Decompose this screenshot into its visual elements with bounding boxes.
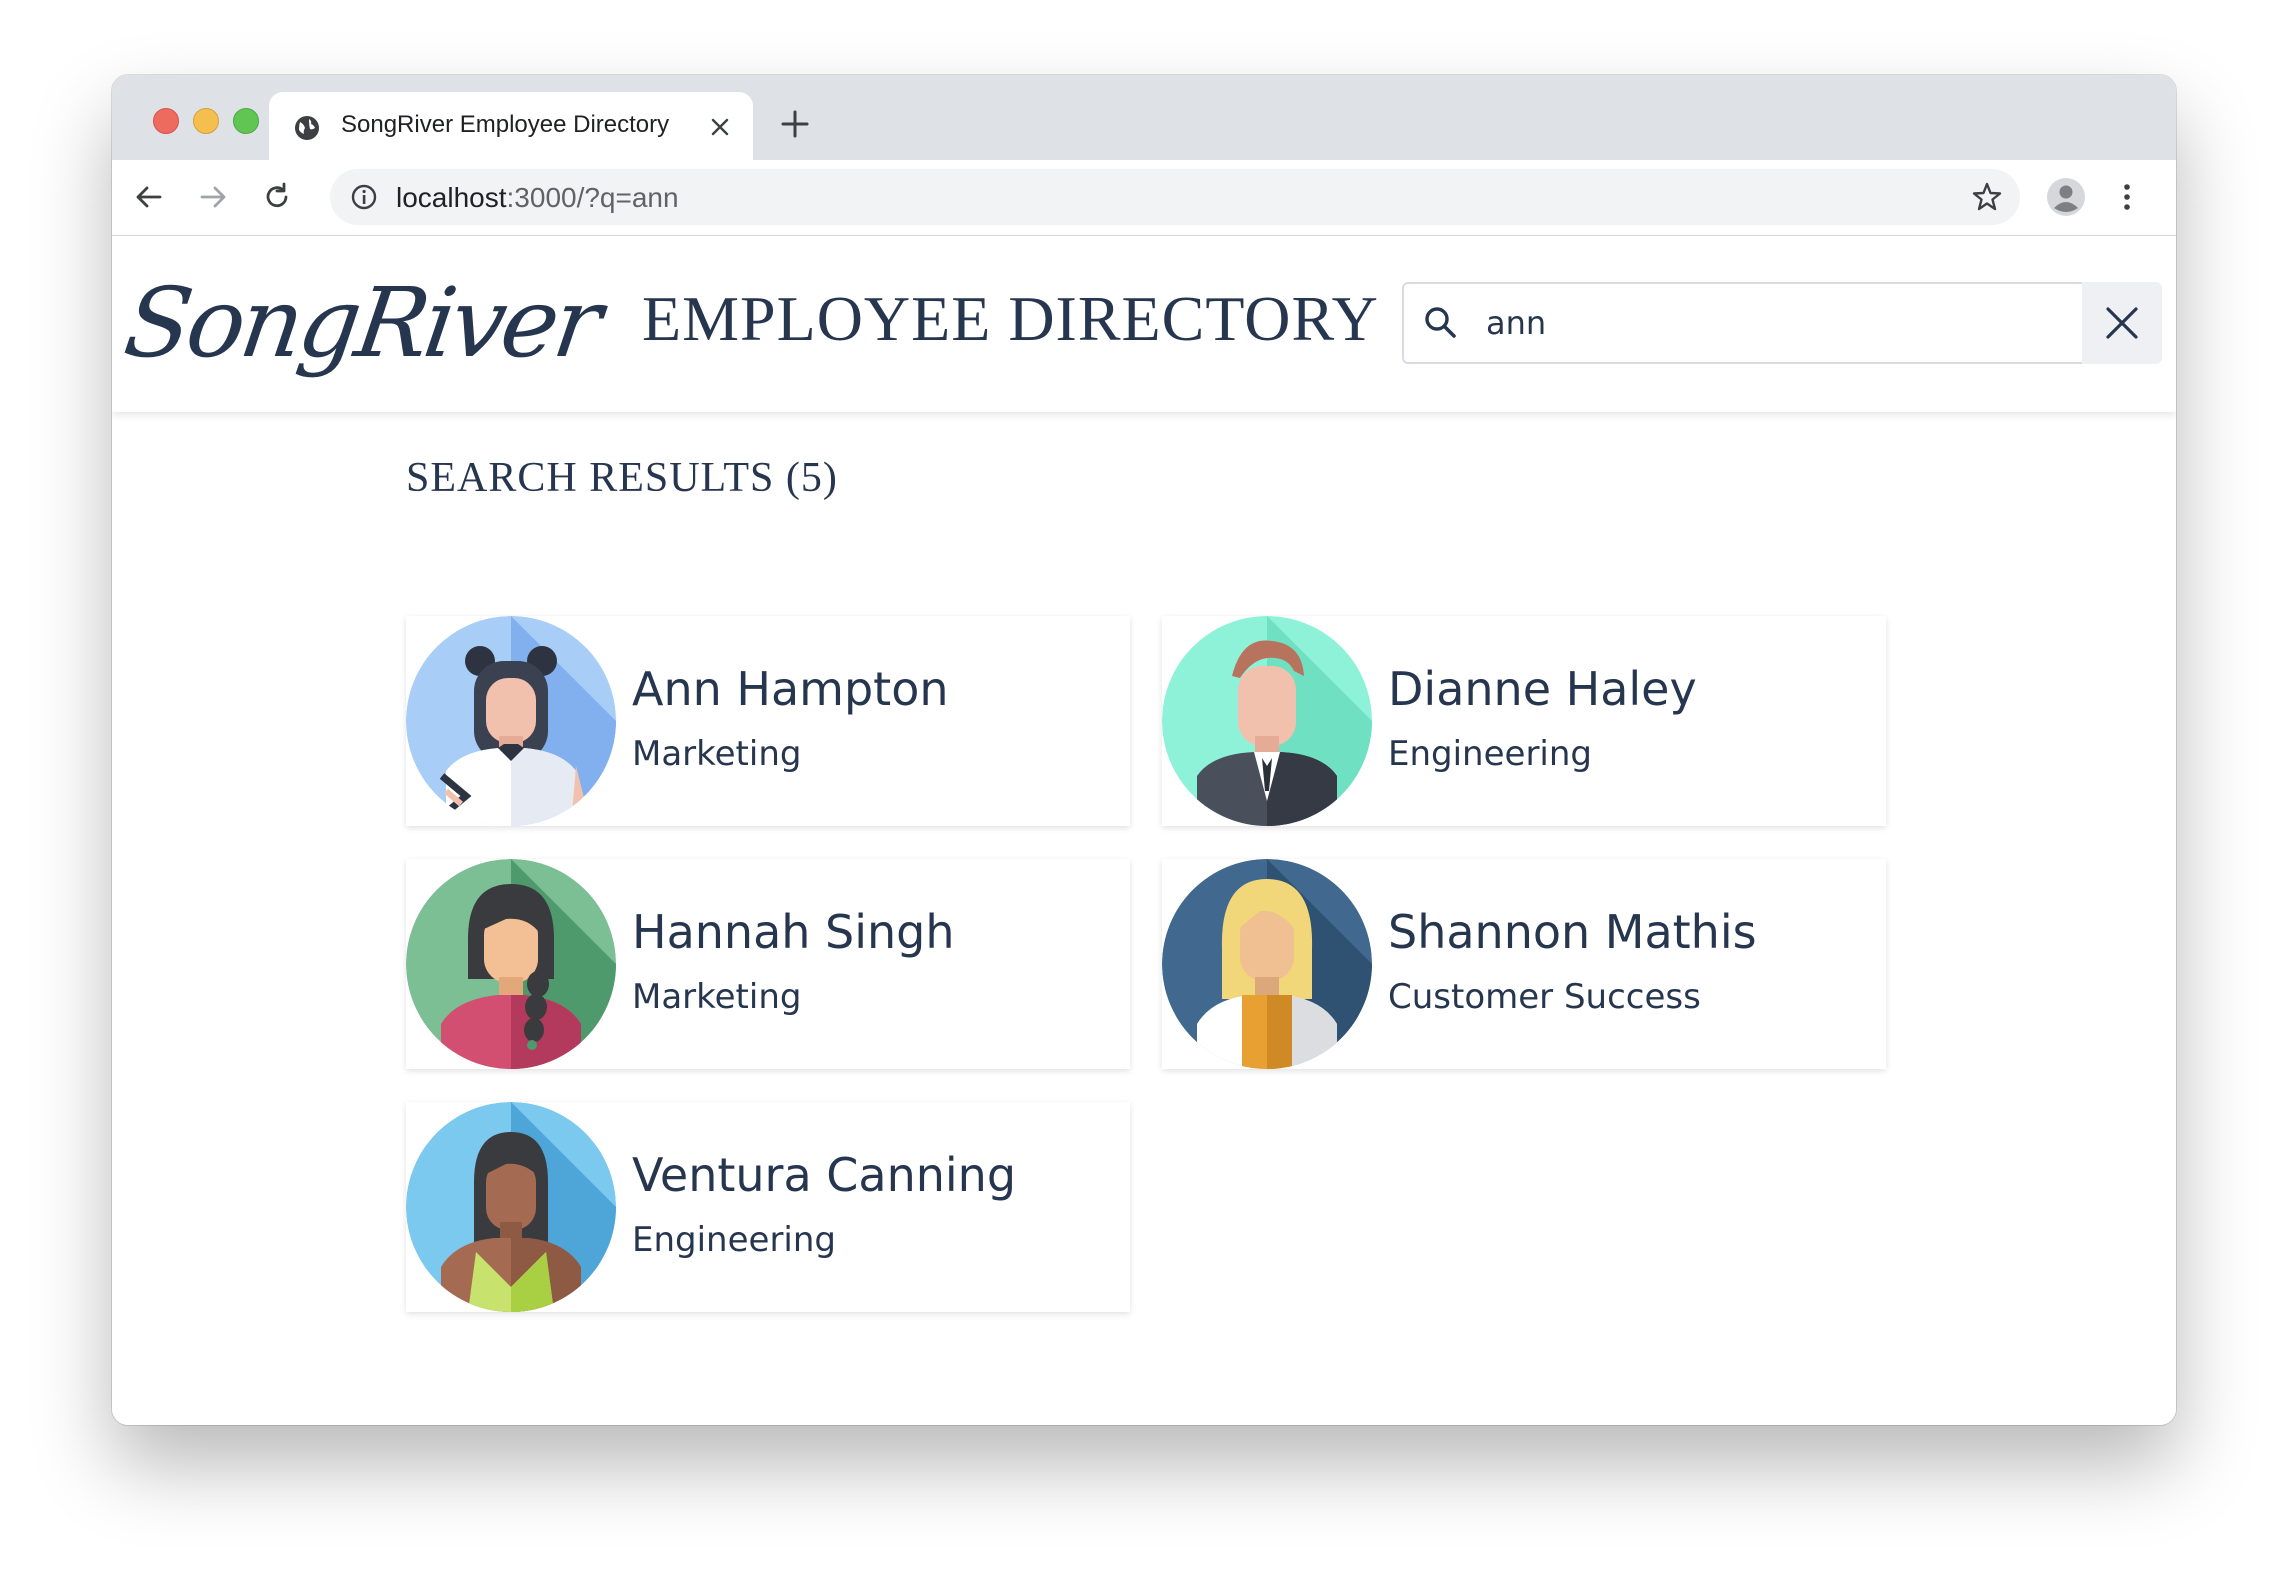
back-arrow-icon[interactable]: [132, 180, 166, 214]
employee-name[interactable]: Ventura Canning: [632, 1148, 1016, 1202]
woman-braid-avatar-icon: [406, 859, 616, 1069]
results-heading: SEARCH RESULTS (5): [406, 455, 838, 501]
employee-card[interactable]: Dianne Haley Engineering: [1162, 616, 1886, 826]
close-tab-icon[interactable]: [709, 116, 731, 138]
forward-arrow-icon[interactable]: [196, 180, 230, 214]
tab-bar: SongRiver Employee Directory: [112, 75, 2176, 160]
address-bar[interactable]: localhost:3000/?q=ann: [330, 169, 2020, 225]
employee-name[interactable]: Hannah Singh: [632, 905, 955, 959]
employee-card[interactable]: Ventura Canning Engineering: [406, 1102, 1130, 1312]
site-header: SongRiver EMPLOYEE DIRECTORY: [112, 236, 2176, 412]
maximize-window-button[interactable]: [233, 108, 259, 134]
songriver-logo[interactable]: SongRiver: [118, 264, 605, 382]
bookmark-star-icon[interactable]: [1970, 180, 2004, 214]
reload-icon[interactable]: [260, 180, 294, 214]
employee-name[interactable]: Ann Hampton: [632, 662, 949, 716]
employee-name[interactable]: Shannon Mathis: [1388, 905, 1757, 959]
browser-window: SongRiver Employee Directory localhost:3…: [112, 75, 2176, 1425]
profile-icon[interactable]: [2046, 177, 2086, 217]
employee-name[interactable]: Dianne Haley: [1388, 662, 1697, 716]
logo-text: SongRiver: [118, 267, 605, 379]
employee-department: Marketing: [632, 734, 802, 774]
url-path: :3000/?q=ann: [506, 182, 679, 213]
close-window-button[interactable]: [153, 108, 179, 134]
globe-icon: [295, 116, 319, 140]
menu-dots-icon[interactable]: [2110, 180, 2144, 214]
clear-search-button[interactable]: [2082, 282, 2162, 364]
employee-card[interactable]: Ann Hampton Marketing: [406, 616, 1130, 826]
woman-buns-avatar-icon: [406, 616, 616, 826]
info-icon[interactable]: [350, 183, 378, 211]
url-host: localhost: [396, 182, 507, 213]
employee-department: Customer Success: [1388, 977, 1701, 1017]
new-tab-icon[interactable]: [780, 109, 810, 139]
employee-department: Marketing: [632, 977, 802, 1017]
woman-long-hair-avatar-icon: [406, 1102, 616, 1312]
search-box[interactable]: [1402, 282, 2100, 364]
minimize-window-button[interactable]: [193, 108, 219, 134]
url-text: localhost:3000/?q=ann: [396, 182, 679, 214]
employee-card[interactable]: Hannah Singh Marketing: [406, 859, 1130, 1069]
page-title: EMPLOYEE DIRECTORY: [642, 283, 1379, 354]
browser-toolbar: localhost:3000/?q=ann: [112, 160, 2176, 236]
employee-department: Engineering: [632, 1220, 836, 1260]
browser-tab[interactable]: SongRiver Employee Directory: [269, 92, 753, 160]
woman-blonde-avatar-icon: [1162, 859, 1372, 1069]
employee-card[interactable]: Shannon Mathis Customer Success: [1162, 859, 1886, 1069]
employee-department: Engineering: [1388, 734, 1592, 774]
close-icon: [2106, 307, 2138, 339]
man-suit-avatar-icon: [1162, 616, 1372, 826]
search-input[interactable]: [1484, 298, 2008, 348]
page-content: SongRiver EMPLOYEE DIRECTORY SEARCH RESU…: [112, 236, 2176, 1425]
search-icon: [1425, 307, 1456, 338]
tab-title: SongRiver Employee Directory: [341, 111, 670, 138]
